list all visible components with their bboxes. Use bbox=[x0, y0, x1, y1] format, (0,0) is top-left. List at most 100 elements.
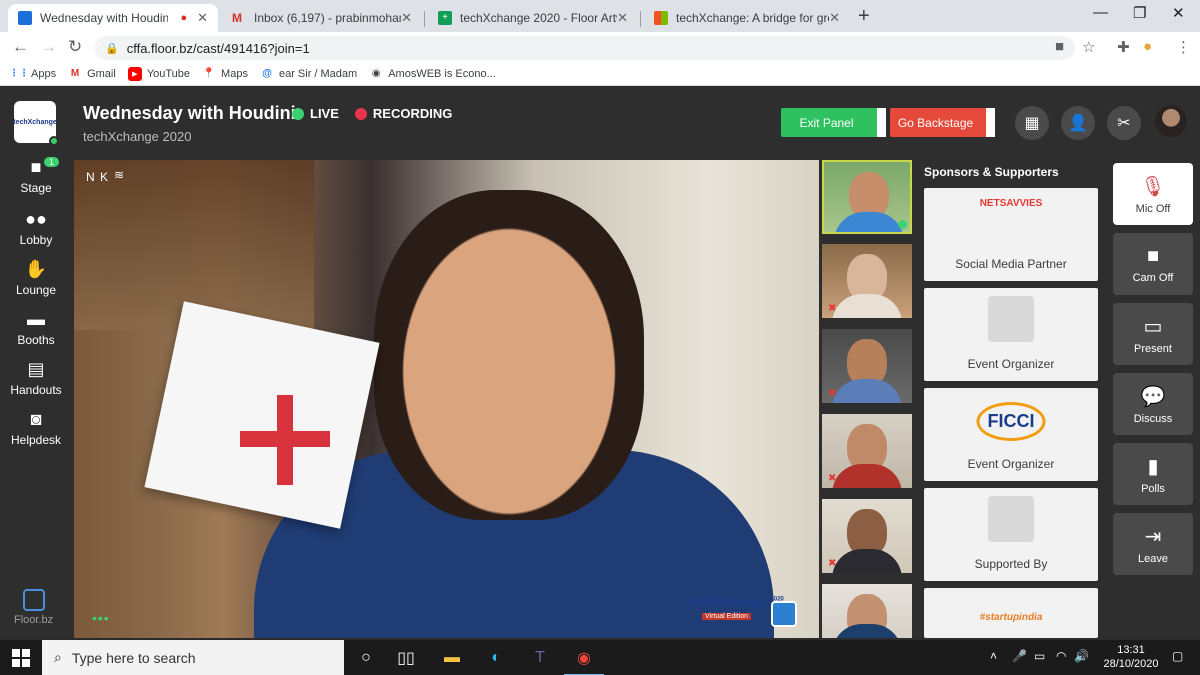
live-dot-icon bbox=[292, 107, 304, 120]
participant-tile[interactable]: ✖ bbox=[822, 499, 912, 573]
task-view-icon[interactable]: ▯▯ bbox=[394, 646, 418, 670]
url-bar[interactable]: 🔒 cffa.floor.bz/cast/491416?join=1 bbox=[95, 36, 1075, 60]
camera-indicator-icon[interactable]: ■ bbox=[1055, 38, 1064, 55]
bookmark-star-icon[interactable]: ☆ bbox=[1082, 38, 1095, 56]
sponsor-card[interactable]: FICCI Event Organizer bbox=[924, 388, 1098, 481]
close-tab-icon[interactable]: ✕ bbox=[401, 10, 412, 26]
forward-arrow-icon[interactable]: → bbox=[40, 37, 57, 57]
participant-tile[interactable] bbox=[822, 160, 912, 234]
wifi-icon[interactable]: ◠ bbox=[1056, 649, 1066, 663]
grid-view-icon[interactable]: ▦ bbox=[1015, 106, 1049, 140]
close-tab-icon[interactable]: ✕ bbox=[617, 10, 628, 26]
youtube-icon: ▶ bbox=[127, 66, 142, 81]
clock-date: 28/10/2020 bbox=[1103, 658, 1159, 670]
cortana-icon[interactable]: ○ bbox=[354, 646, 378, 670]
microphone-tray-icon[interactable]: 🎤 bbox=[1012, 649, 1027, 663]
file-explorer-icon[interactable]: ▬ bbox=[440, 646, 464, 670]
event-subtitle: techXchange 2020 bbox=[83, 129, 192, 144]
sponsor-card[interactable]: #startupindia bbox=[924, 588, 1098, 638]
bar-chart-icon: ▮ bbox=[1147, 455, 1159, 478]
present-button[interactable]: ▭ Present bbox=[1113, 303, 1193, 365]
battery-icon[interactable]: ▭ bbox=[1034, 649, 1045, 663]
main-video-stream[interactable]: N K ≋ techXchange 2020 Virtual Edition •… bbox=[74, 160, 819, 638]
control-label: Mic Off bbox=[1135, 202, 1171, 215]
mic-off-button[interactable]: 🎙 Mic Off bbox=[1113, 163, 1193, 225]
windows-start-icon[interactable] bbox=[12, 649, 30, 667]
bookmark-maps[interactable]: 📍 Maps bbox=[202, 67, 248, 81]
maximize-icon[interactable]: ❐ bbox=[1133, 4, 1146, 22]
user-avatar[interactable] bbox=[1155, 105, 1187, 137]
go-backstage-button[interactable]: Go Backstage bbox=[890, 108, 995, 137]
participant-tile[interactable]: ✖ bbox=[822, 244, 912, 318]
new-tab-icon[interactable]: + bbox=[858, 5, 870, 28]
discuss-button[interactable]: 💬 Discuss bbox=[1113, 373, 1193, 435]
search-placeholder: Type here to search bbox=[71, 649, 196, 666]
close-window-icon[interactable]: ✕ bbox=[1172, 4, 1185, 22]
volume-icon[interactable]: 🔊 bbox=[1074, 649, 1089, 663]
participant-tile[interactable] bbox=[822, 584, 912, 638]
more-options-icon[interactable]: ••• bbox=[92, 610, 110, 626]
stage-badge: 1 bbox=[44, 157, 60, 167]
back-arrow-icon[interactable]: ← bbox=[12, 37, 29, 57]
participant-tile[interactable]: ✖ bbox=[822, 329, 912, 403]
nav-booths[interactable]: ▬ Booths bbox=[0, 309, 72, 347]
extension-icon[interactable]: ● bbox=[1143, 38, 1152, 55]
nav-handouts[interactable]: ▤ Handouts bbox=[0, 359, 72, 397]
nav-lounge[interactable]: ✋ Lounge bbox=[0, 259, 72, 297]
sponsor-card[interactable]: Supported By bbox=[924, 488, 1098, 581]
control-label: Discuss bbox=[1133, 412, 1173, 425]
apps-grid-icon: ⋮⋮ bbox=[9, 68, 29, 79]
browser-tab-gmail[interactable]: M Inbox (6,197) - prabinmohan99@ ✕ bbox=[222, 4, 422, 32]
bookmark-apps[interactable]: ⋮⋮ Apps bbox=[9, 67, 56, 81]
taskbar-search-input[interactable]: ⌕ Type here to search bbox=[42, 640, 344, 675]
reload-icon[interactable]: ↻ bbox=[68, 37, 82, 57]
browser-tab-floor-artwork[interactable]: + techXchange 2020 - Floor Artwor ✕ bbox=[428, 4, 638, 32]
sponsor-card[interactable]: NETSAVVIES Social Media Partner bbox=[924, 188, 1098, 281]
national-emblem-logo-icon bbox=[988, 496, 1034, 542]
tab-separator bbox=[640, 11, 641, 27]
nav-stage[interactable]: ■ 1 Stage bbox=[0, 157, 72, 195]
speaker-initials: N K bbox=[86, 170, 110, 184]
participant-tile[interactable]: ✖ bbox=[822, 414, 912, 488]
bookmark-amosweb[interactable]: ◉ AmosWEB is Econo... bbox=[369, 67, 496, 81]
people-icon: ●● bbox=[25, 209, 47, 229]
close-tab-icon[interactable]: ✕ bbox=[197, 10, 208, 26]
exit-panel-button[interactable]: Exit Panel bbox=[781, 108, 886, 137]
teams-icon[interactable]: T bbox=[528, 646, 552, 670]
edge-icon[interactable]: ◐ bbox=[484, 646, 508, 670]
nav-lobby[interactable]: ●● Lobby bbox=[0, 209, 72, 247]
robot-icon: ◙ bbox=[30, 409, 42, 429]
show-hidden-icons-icon[interactable]: ˄ bbox=[990, 649, 997, 663]
minimize-icon[interactable]: — bbox=[1093, 4, 1108, 21]
recording-label: RECORDING bbox=[372, 106, 453, 121]
floor-watermark-icon bbox=[771, 601, 797, 627]
browser-tab-techxchange[interactable]: techXchange: A bridge for growt ✕ bbox=[644, 4, 850, 32]
chrome-menu-icon[interactable]: ⋮ bbox=[1176, 38, 1191, 56]
bookmark-ear-sir[interactable]: @ ear Sir / Madam bbox=[260, 67, 357, 81]
mic-muted-icon: 🎙 bbox=[1140, 175, 1166, 198]
close-tab-icon[interactable]: ✕ bbox=[829, 10, 840, 26]
floorbz-brand[interactable]: Floor.bz bbox=[14, 589, 53, 626]
nav-label: Helpdesk bbox=[10, 433, 62, 447]
polls-button[interactable]: ▮ Polls bbox=[1113, 443, 1193, 505]
bookmark-label: YouTube bbox=[146, 67, 191, 80]
cam-off-button[interactable]: ■ Cam Off bbox=[1113, 233, 1193, 295]
browser-tab-houdini[interactable]: Wednesday with Houdini ● ✕ bbox=[8, 4, 218, 32]
sponsor-card[interactable]: Event Organizer bbox=[924, 288, 1098, 381]
add-user-icon[interactable]: 👤 bbox=[1061, 106, 1095, 140]
sponsor-label: Event Organizer bbox=[967, 357, 1055, 371]
leave-button[interactable]: ⇥ Leave bbox=[1113, 513, 1193, 575]
nav-helpdesk[interactable]: ◙ Helpdesk bbox=[0, 409, 72, 447]
bookmark-youtube[interactable]: ▶ YouTube bbox=[127, 66, 191, 81]
tools-icon[interactable]: ✂ bbox=[1107, 106, 1141, 140]
notifications-icon[interactable]: ▢ bbox=[1172, 649, 1183, 663]
nav-label: Lounge bbox=[15, 283, 57, 297]
chrome-taskbar-icon[interactable]: ◉ bbox=[564, 646, 604, 675]
at-icon: @ bbox=[262, 68, 272, 79]
mic-muted-icon: ✖ bbox=[828, 473, 837, 484]
extensions-puzzle-icon[interactable]: ✚ bbox=[1117, 38, 1130, 56]
taskbar-clock[interactable]: 13:31 28/10/2020 bbox=[1096, 643, 1166, 671]
red-cross-icon bbox=[240, 395, 330, 485]
event-logo[interactable]: techXchange bbox=[13, 101, 59, 146]
bookmark-gmail[interactable]: M Gmail bbox=[68, 67, 116, 81]
